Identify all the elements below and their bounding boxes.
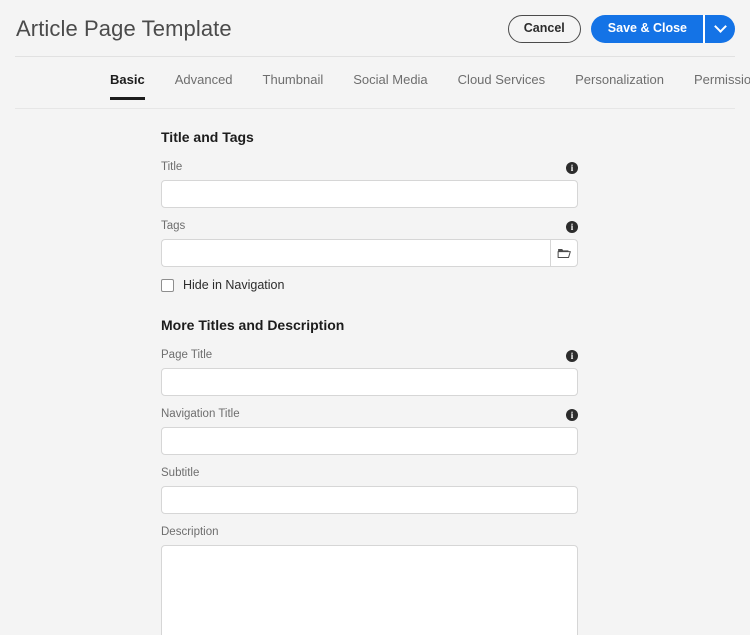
field-label-subtitle: Subtitle xyxy=(161,467,200,480)
field-label-navigation-title: Navigation Title xyxy=(161,408,240,421)
tab-permissions[interactable]: Permissions xyxy=(679,57,750,86)
hide-in-navigation-label: Hide in Navigation xyxy=(183,278,285,293)
info-icon-page-title[interactable]: i xyxy=(566,350,578,362)
tags-browse-button[interactable] xyxy=(550,239,578,267)
tab-advanced[interactable]: Advanced xyxy=(160,57,248,86)
navigation-title-input[interactable] xyxy=(161,427,578,455)
tab-thumbnail[interactable]: Thumbnail xyxy=(248,57,339,86)
info-icon-navigation-title[interactable]: i xyxy=(566,409,578,421)
field-label-row: Description xyxy=(161,526,578,540)
section-heading-more-titles-and-description: More Titles and Description xyxy=(161,317,345,333)
dialog-header: Article Page Template Cancel Save & Clos… xyxy=(0,0,750,57)
tags-input-group xyxy=(161,239,578,267)
field-navigation-title: Navigation Title i xyxy=(161,408,578,455)
field-label-tags: Tags xyxy=(161,220,186,233)
field-tags: Tags i xyxy=(161,220,578,267)
info-icon-title[interactable]: i xyxy=(566,162,578,174)
hide-in-navigation-checkbox[interactable] xyxy=(161,279,174,292)
tab-social-media[interactable]: Social Media xyxy=(338,57,442,86)
field-subtitle: Subtitle xyxy=(161,467,578,514)
subtitle-input[interactable] xyxy=(161,486,578,514)
basic-tab-form: Title and Tags Title i Tags i Hide in Na… xyxy=(0,109,750,635)
field-title: Title i xyxy=(161,161,578,208)
title-input[interactable] xyxy=(161,180,578,208)
page-title-input[interactable] xyxy=(161,368,578,396)
article-page-template-dialog: Article Page Template Cancel Save & Clos… xyxy=(0,0,750,635)
tab-bar-divider xyxy=(15,108,735,109)
field-label-title: Title xyxy=(161,161,183,174)
header-actions: Cancel Save & Close xyxy=(507,14,735,43)
hide-in-navigation-checkbox-row[interactable]: Hide in Navigation xyxy=(161,279,578,292)
description-textarea[interactable] xyxy=(161,545,578,635)
field-label-row: Tags i xyxy=(161,220,578,234)
save-split-button: Save & Close xyxy=(590,14,735,43)
tab-basic[interactable]: Basic xyxy=(110,57,160,100)
tab-bar: Basic Advanced Thumbnail Social Media Cl… xyxy=(0,57,750,109)
folder-icon xyxy=(557,248,571,258)
field-label-row: Title i xyxy=(161,161,578,175)
info-icon-tags[interactable]: i xyxy=(566,221,578,233)
tab-cloud-services[interactable]: Cloud Services xyxy=(443,57,560,86)
tags-input[interactable] xyxy=(161,239,550,267)
field-page-title: Page Title i xyxy=(161,349,578,396)
section-heading-title-and-tags: Title and Tags xyxy=(161,129,254,145)
tab-list: Basic Advanced Thumbnail Social Media Cl… xyxy=(110,57,750,100)
field-label-page-title: Page Title xyxy=(161,349,213,362)
save-and-close-button[interactable]: Save & Close xyxy=(590,14,703,43)
save-options-button[interactable] xyxy=(705,14,735,43)
field-description: Description xyxy=(161,526,578,635)
field-label-row: Navigation Title i xyxy=(161,408,578,422)
page-title: Article Page Template xyxy=(16,15,232,41)
chevron-down-icon xyxy=(713,20,727,33)
field-label-description: Description xyxy=(161,526,219,539)
tab-personalization[interactable]: Personalization xyxy=(560,57,679,86)
field-label-row: Page Title i xyxy=(161,349,578,363)
field-label-row: Subtitle xyxy=(161,467,578,481)
cancel-button[interactable]: Cancel xyxy=(507,14,581,43)
